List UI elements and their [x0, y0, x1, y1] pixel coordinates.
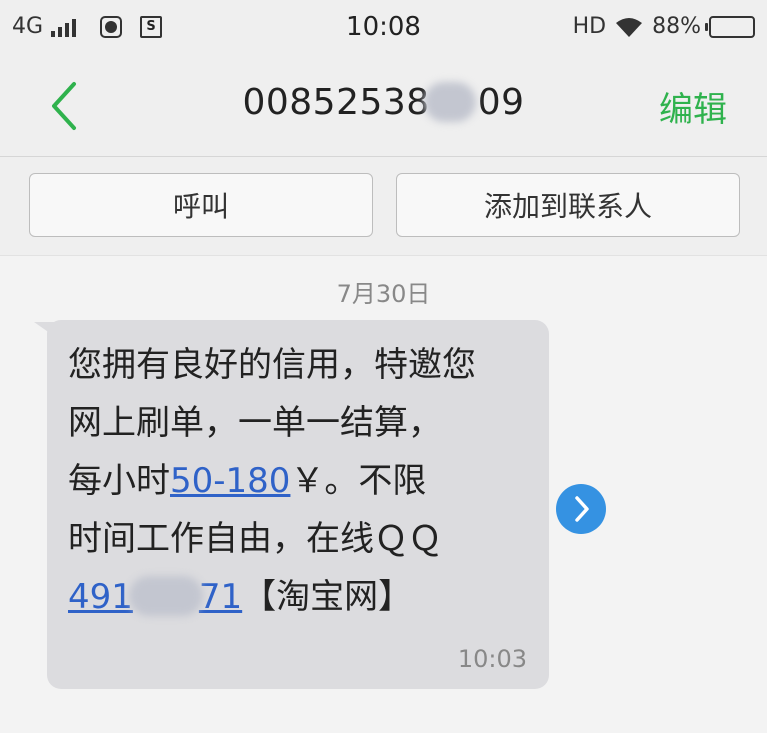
battery-icon: [705, 15, 755, 38]
conversation-header: 00852538 09 编辑: [0, 56, 767, 157]
edit-button[interactable]: 编辑: [659, 82, 727, 131]
add-to-contacts-button[interactable]: 添加到联系人: [396, 173, 740, 237]
message-line: 每小时50-180￥。不限: [68, 452, 538, 510]
call-button[interactable]: 呼叫: [29, 173, 373, 237]
wifi-icon: [616, 17, 643, 37]
chevron-right-icon: [575, 496, 589, 522]
contact-number-prefix: 00852538: [242, 82, 430, 123]
date-separator: 7月30日: [336, 280, 431, 308]
contact-number-suffix: 09: [477, 82, 525, 123]
contact-actions: 呼叫 添加到联系人: [0, 157, 767, 256]
message-text-segment: ￥。不限: [290, 461, 427, 501]
message-line: 您拥有良好的信用，特邀您: [68, 345, 476, 385]
redaction-blur: [423, 82, 476, 122]
message-text-segment: 【淘宝网】: [242, 577, 413, 617]
redaction-blur: [128, 576, 203, 616]
contact-number: 00852538 09: [0, 82, 767, 123]
qq-number-suffix: 71: [198, 577, 243, 617]
message-thread: 7月30日 您拥有良好的信用，特邀您 网上刷单，一单一结算， 每小时50-180…: [0, 256, 767, 733]
message-bubble[interactable]: 您拥有良好的信用，特邀您 网上刷单，一单一结算， 每小时50-180￥。不限 时…: [47, 320, 549, 689]
amount-link[interactable]: 50-180: [170, 461, 290, 501]
message-line: 491 71【淘宝网】: [68, 568, 538, 626]
qq-number-prefix: 491: [68, 577, 133, 617]
hd-indicator: HD: [572, 14, 607, 39]
forward-button[interactable]: [556, 484, 606, 534]
message-line: 时间工作自由，在线ＱＱ: [68, 519, 442, 559]
message-text: 您拥有良好的信用，特邀您 网上刷单，一单一结算， 每小时50-180￥。不限 时…: [68, 336, 538, 626]
message-time: 10:03: [457, 645, 527, 673]
status-bar: 4G S 10:08 HD 88%: [0, 0, 767, 56]
battery-percent: 88%: [652, 14, 701, 39]
status-right: HD 88%: [573, 14, 755, 39]
message-line: 网上刷单，一单一结算，: [68, 403, 442, 443]
qq-number-link[interactable]: 491 71: [68, 576, 243, 617]
message-text-segment: 每小时: [68, 461, 170, 501]
